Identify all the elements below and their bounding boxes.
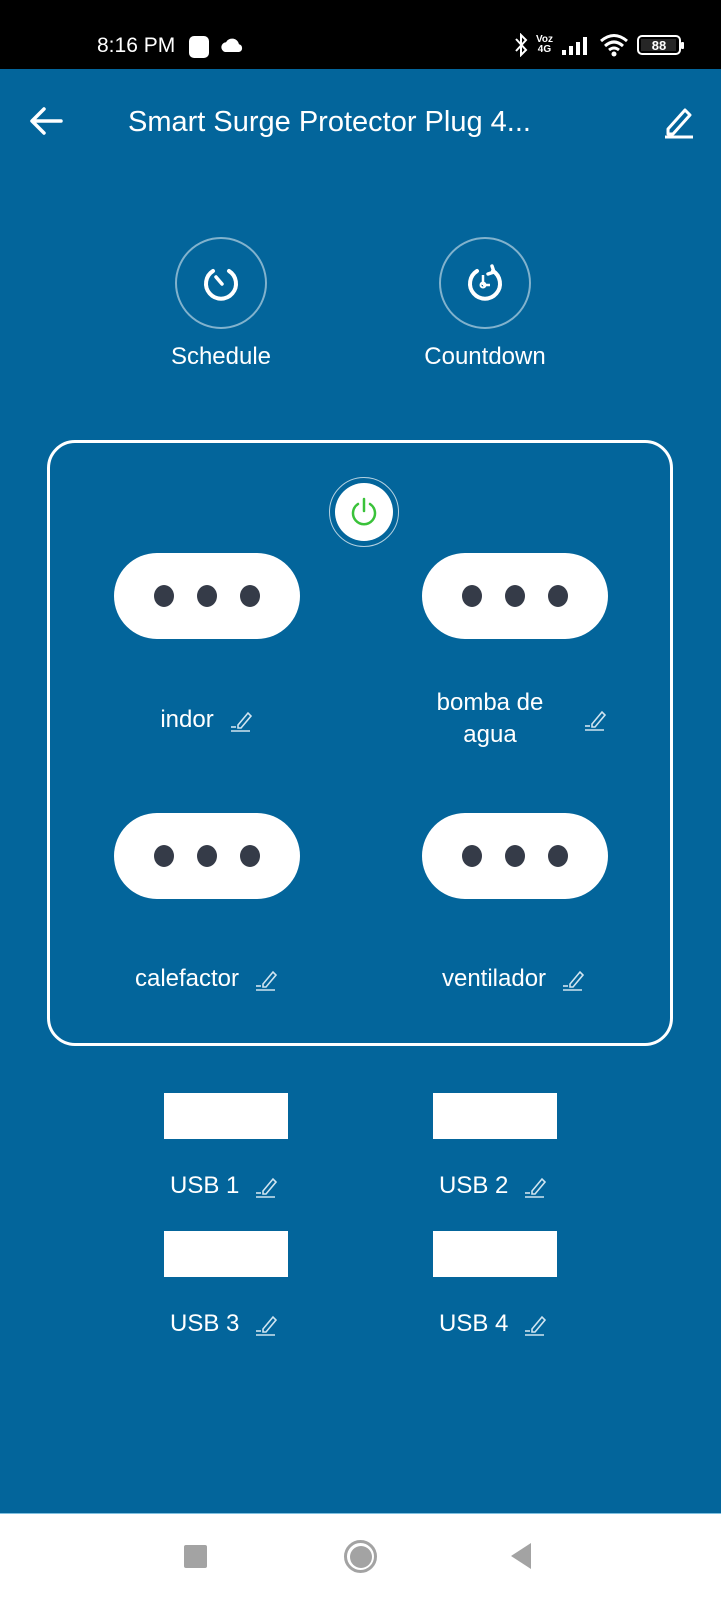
- usb-1-port[interactable]: [164, 1093, 288, 1139]
- socket-hole: [240, 845, 260, 867]
- outlet-label: ventilador: [441, 965, 547, 992]
- outlet-1-socket[interactable]: [114, 553, 300, 639]
- usb-3-name: USB 3: [170, 1310, 279, 1338]
- status-time: 8:16 PM: [97, 34, 176, 57]
- rename-pencil-icon[interactable]: [522, 1311, 548, 1337]
- timer-icon: [204, 269, 238, 301]
- usb-4-port[interactable]: [433, 1231, 557, 1277]
- socket-hole: [462, 585, 482, 607]
- outlet-3-name: calefactor: [77, 963, 337, 995]
- socket-hole: [154, 585, 174, 607]
- notification-square-icon: [189, 36, 209, 58]
- countdown-label: Countdown: [424, 343, 546, 370]
- battery-icon: 88: [637, 35, 684, 55]
- usb-label: USB 4: [439, 1310, 509, 1337]
- socket-hole: [197, 845, 217, 867]
- rename-pencil-icon[interactable]: [253, 1311, 279, 1337]
- socket-hole: [548, 585, 568, 607]
- usb-1-name: USB 1: [170, 1172, 279, 1200]
- signal-icon: [562, 37, 587, 55]
- outlet-3-socket[interactable]: [114, 813, 300, 899]
- socket-hole: [505, 845, 525, 867]
- pencil-icon: [665, 108, 693, 139]
- system-nav-bar: [0, 1513, 721, 1601]
- outlet-label: calefactor: [134, 965, 240, 992]
- bluetooth-icon: [515, 33, 528, 57]
- status-bar: 8:16 PM Voz 4G 88: [0, 0, 721, 69]
- status-icons: Voz 4G 88: [514, 33, 684, 57]
- master-power-button[interactable]: [329, 477, 399, 547]
- usb-4-name: USB 4: [439, 1310, 548, 1338]
- usb-2-name: USB 2: [439, 1172, 548, 1200]
- recent-apps-button[interactable]: [184, 1545, 207, 1568]
- socket-hole: [154, 845, 174, 867]
- network-type: Voz 4G: [535, 34, 553, 55]
- outlet-label: bomba de agua: [436, 689, 544, 748]
- home-icon: [349, 1545, 372, 1568]
- outlet-2-name: bomba de agua: [384, 687, 644, 751]
- usb-3-port[interactable]: [164, 1231, 288, 1277]
- countdown-clock-icon: [468, 264, 502, 301]
- page-title: Smart Surge Protector Plug 4...: [128, 106, 531, 138]
- socket-hole: [505, 585, 525, 607]
- system-back-button[interactable]: [511, 1543, 531, 1569]
- power-icon: [351, 497, 377, 526]
- countdown-button[interactable]: Countdown: [385, 237, 585, 371]
- outlet-2-socket[interactable]: [422, 553, 608, 639]
- edit-device-button[interactable]: [659, 101, 699, 141]
- socket-hole: [197, 585, 217, 607]
- wifi-icon: [600, 34, 628, 57]
- outlet-4-name: ventilador: [384, 963, 644, 995]
- outlet-label: indor: [160, 706, 214, 733]
- rename-pencil-icon[interactable]: [253, 966, 279, 992]
- rename-pencil-icon[interactable]: [582, 706, 608, 732]
- rename-pencil-icon[interactable]: [560, 966, 586, 992]
- schedule-button[interactable]: Schedule: [121, 237, 321, 371]
- usb-label: USB 3: [170, 1310, 240, 1337]
- socket-hole: [462, 845, 482, 867]
- home-button[interactable]: [344, 1540, 377, 1573]
- usb-label: USB 1: [170, 1172, 240, 1199]
- arrow-left-icon: [30, 107, 63, 135]
- rename-pencil-icon[interactable]: [522, 1173, 548, 1199]
- usb-label: USB 2: [439, 1172, 509, 1199]
- socket-hole: [240, 585, 260, 607]
- outlet-1-name: indor: [77, 704, 337, 736]
- rename-pencil-icon[interactable]: [228, 707, 254, 733]
- socket-hole: [548, 845, 568, 867]
- battery-level: 88: [651, 37, 667, 53]
- app-bar: Smart Surge Protector Plug 4...: [0, 69, 721, 169]
- outlet-4-socket[interactable]: [422, 813, 608, 899]
- rename-pencil-icon[interactable]: [253, 1173, 279, 1199]
- usb-2-port[interactable]: [433, 1093, 557, 1139]
- back-button[interactable]: [26, 101, 66, 141]
- schedule-label: Schedule: [170, 343, 272, 370]
- cloud-icon: [221, 38, 243, 52]
